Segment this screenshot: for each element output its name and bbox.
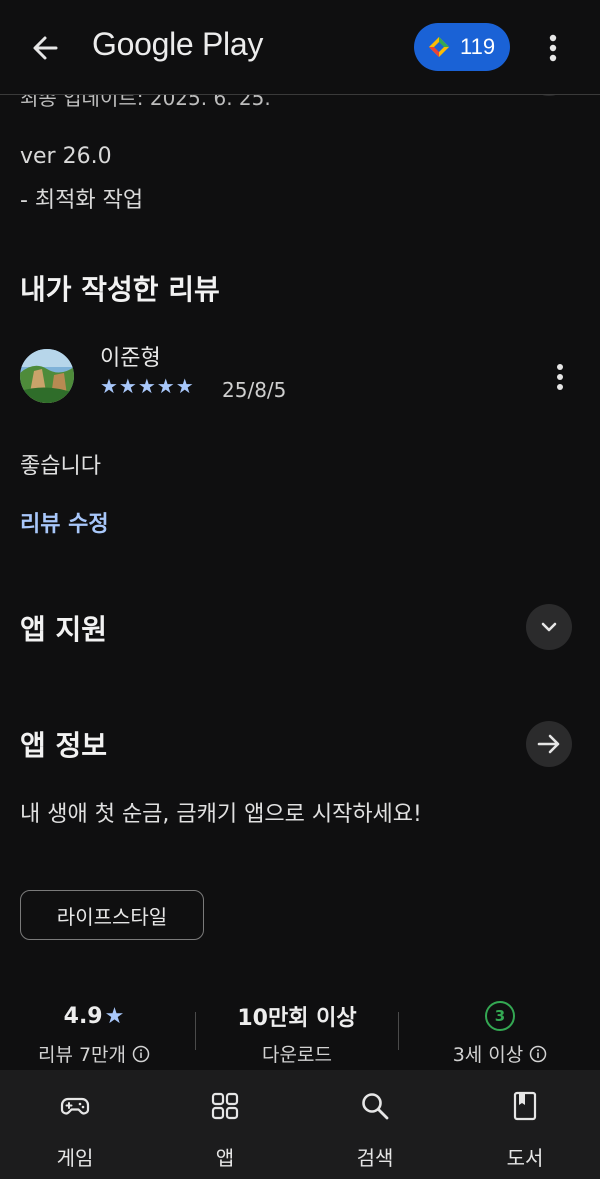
nav-item-search[interactable]: 검색 — [300, 1070, 450, 1179]
nav-label-books: 도서 — [506, 1146, 544, 1170]
edit-review-link[interactable]: 리뷰 수정 — [20, 506, 109, 538]
gamepad-icon — [60, 1097, 90, 1115]
search-icon — [362, 1093, 389, 1120]
version-text: ver 26.0 — [20, 144, 112, 169]
about-app-title: 앱 정보 — [20, 729, 108, 762]
info-icon — [132, 1045, 150, 1062]
arrow-right-icon — [537, 734, 560, 754]
age-badge-row: 3 — [420, 1000, 580, 1032]
downloads-value: 10만회 이상 — [237, 1006, 357, 1031]
play-points-button[interactable]: 119 — [414, 23, 510, 71]
nav-item-books[interactable]: 도서 — [450, 1070, 600, 1179]
top-app-bar: Google Play 119 — [0, 0, 600, 95]
back-button[interactable] — [26, 28, 66, 68]
review-date: 25/8/5 — [222, 378, 287, 402]
more-vert-icon — [557, 364, 563, 390]
more-options-button[interactable] — [540, 28, 566, 68]
app-description: 내 생애 첫 순금, 금캐기 앱으로 시작하세요! — [20, 802, 422, 827]
nav-item-apps[interactable]: 앱 — [150, 1070, 300, 1179]
reviewer-name: 이준형 — [100, 346, 161, 371]
review-body: 좋습니다 — [20, 454, 101, 479]
downloads-stat: 10만회 이상 다운로드 — [212, 1000, 382, 1067]
nav-label-search: 검색 — [356, 1146, 394, 1170]
more-vert-icon — [549, 34, 557, 62]
info-icon — [530, 1045, 547, 1062]
stat-divider — [195, 1012, 196, 1050]
app-title: Google Play — [92, 26, 264, 62]
star-icon: ★ — [104, 1003, 125, 1029]
nav-label-games: 게임 — [56, 1146, 94, 1170]
rating-stat[interactable]: 4.9 ★ 리뷰 7만개 — [20, 1000, 168, 1067]
change-note: - 최적화 작업 — [20, 188, 144, 213]
nav-label-apps: 앱 — [215, 1146, 235, 1170]
avatar-image — [20, 349, 74, 403]
app-support-expand-button[interactable] — [526, 604, 572, 650]
downloads-label: 다운로드 — [262, 1044, 332, 1066]
star-rating: ★★★★★ — [100, 374, 195, 398]
reviews-count-label: 리뷰 7만개 — [37, 1044, 127, 1066]
age-rating-badge: 3 — [485, 1001, 515, 1031]
app-support-title: 앱 지원 — [20, 613, 108, 646]
age-rating-stat[interactable]: 3 3세 이상 — [420, 1000, 580, 1067]
points-count: 119 — [460, 34, 496, 59]
book-icon — [513, 1091, 537, 1121]
chevron-down-icon — [541, 622, 557, 632]
last-updated: 최종 업데이트: 2025. 6. 25. — [20, 94, 271, 110]
apps-grid-icon — [211, 1092, 239, 1120]
stat-divider — [398, 1012, 399, 1050]
arrow-left-icon — [33, 36, 58, 60]
rating-value: 4.9 — [63, 1003, 103, 1029]
bottom-navigation: 게임 앱 검색 도서 — [0, 1070, 600, 1179]
reviews-label-row: 리뷰 7만개 — [20, 1040, 168, 1067]
about-app-open-button[interactable] — [526, 721, 572, 767]
rating-value-row: 4.9 ★ — [20, 1000, 168, 1032]
category-chip[interactable]: 라이프스타일 — [20, 890, 204, 940]
my-review-title: 내가 작성한 리뷰 — [20, 273, 220, 306]
age-label-row: 3세 이상 — [420, 1040, 580, 1067]
app-detail-content[interactable]: 최종 업데이트: 2025. 6. 25. ver 26.0 - 최적화 작업 … — [0, 94, 600, 1070]
age-rating-label: 3세 이상 — [452, 1044, 524, 1066]
nav-item-games[interactable]: 게임 — [0, 1070, 150, 1179]
avatar — [20, 349, 74, 403]
review-more-button[interactable] — [548, 360, 572, 394]
play-points-icon — [429, 37, 449, 57]
